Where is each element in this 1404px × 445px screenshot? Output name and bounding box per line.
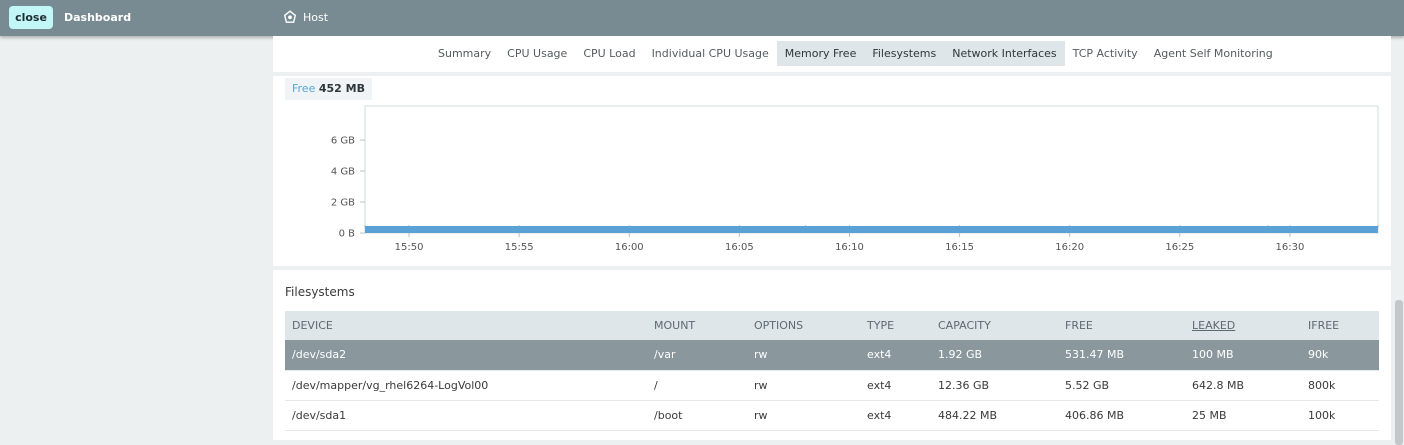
chart-svg: 0 B 2 GB 4 GB 6 GB 15:50 15:55 16:00 16:05 16:10… <box>331 105 1379 253</box>
tab-network-interfaces[interactable]: Network Interfaces <box>944 41 1065 66</box>
top-bar: close Dashboard Host <box>0 0 1404 36</box>
data-point <box>1377 225 1379 227</box>
y-tick-label: 6 GB <box>331 136 355 147</box>
cell-type: ext4 <box>860 340 931 371</box>
y-tick-label: 0 B <box>339 229 356 240</box>
data-point <box>804 225 807 227</box>
data-point <box>364 225 366 227</box>
x-tick-label: 15:55 <box>505 242 534 253</box>
table-row[interactable]: /dev/mapper/vg_rhel6264-LogVol00/rw ext4 1… <box>285 370 1379 401</box>
cell-type: ext4 <box>860 370 931 401</box>
cell-device: /dev/sda1 <box>285 400 647 431</box>
tab-bar: Summary CPU Usage CPU Load Individual CPU U… <box>430 41 1281 66</box>
cell-type: ext4 <box>860 400 931 431</box>
tab-individual-cpu-usage[interactable]: Individual CPU Usage <box>644 41 777 66</box>
column-header-capacity[interactable]: CAPACITY <box>931 311 1058 340</box>
data-point <box>518 225 520 227</box>
column-header-mount[interactable]: MOUNT <box>647 311 747 340</box>
data-point <box>848 225 851 227</box>
page-scrollbar[interactable] <box>1395 300 1403 445</box>
filesystems-title: Filesystems <box>285 285 355 299</box>
tabs-panel: Summary CPU Usage CPU Load Individual CPU U… <box>273 36 1391 72</box>
table-row[interactable]: /dev/sda2/var rw ext4 1.92 GB 531.47 MB 100 M… <box>285 340 1379 371</box>
close-button[interactable]: close <box>9 6 53 29</box>
cell-mount: /var <box>647 340 747 371</box>
x-tick-label: 16:10 <box>835 242 864 253</box>
cell-leaked: 642.8 MB <box>1185 370 1301 401</box>
data-point <box>1267 225 1269 227</box>
cell-free: 5.52 GB <box>1058 370 1185 401</box>
host-label: Host <box>303 10 329 24</box>
cell-free: 531.47 MB <box>1058 340 1185 371</box>
x-tick-label: 16:20 <box>1055 242 1084 253</box>
filesystems-panel: Filesystems DEVICE MOUNT OPTIONS TYPE CAPACI… <box>273 270 1391 440</box>
x-tick-label: 16:00 <box>615 242 644 253</box>
cell-capacity: 1.92 GB <box>931 340 1058 371</box>
plot-area <box>364 105 1379 234</box>
tab-summary[interactable]: Summary <box>430 41 499 66</box>
dashboard-link[interactable]: Dashboard <box>64 11 131 24</box>
column-header-free[interactable]: FREE <box>1058 311 1185 340</box>
column-header-leaked[interactable]: LEAKED <box>1185 311 1301 340</box>
cell-mount: /boot <box>647 400 747 431</box>
cell-ifree: 90k <box>1301 340 1379 371</box>
tab-cpu-usage[interactable]: CPU Usage <box>499 41 575 66</box>
table-row[interactable]: /dev/sda1/boot rw ext4 484.22 MB 406.86 MB 25… <box>285 400 1379 431</box>
column-header-type[interactable]: TYPE <box>860 311 931 340</box>
cell-ifree: 800k <box>1301 370 1379 401</box>
host-link[interactable]: Host <box>283 10 328 24</box>
series-free-area <box>365 226 1378 233</box>
y-tick-label: 2 GB <box>331 198 355 209</box>
table-header-row: DEVICE MOUNT OPTIONS TYPE CAPACITY FREE LEAKED… <box>285 311 1379 340</box>
cell-mount: / <box>647 370 747 401</box>
column-header-ifree[interactable]: IFREE <box>1301 311 1379 340</box>
tab-agent-self-monitoring[interactable]: Agent Self Monitoring <box>1146 41 1281 66</box>
cell-capacity: 484.22 MB <box>931 400 1058 431</box>
host-icon <box>283 10 297 23</box>
cell-options: rw <box>747 400 860 431</box>
data-point <box>738 225 740 227</box>
x-tick-label: 16:30 <box>1275 242 1304 253</box>
data-point <box>1179 225 1181 227</box>
tab-memory-free[interactable]: Memory Free <box>776 41 865 66</box>
tab-tcp-activity[interactable]: TCP Activity <box>1065 41 1146 66</box>
data-point <box>1069 225 1071 227</box>
data-point <box>628 225 630 227</box>
filesystems-table: DEVICE MOUNT OPTIONS TYPE CAPACITY FREE LEAKED… <box>285 311 1379 431</box>
data-point <box>408 225 410 227</box>
memory-free-chart: Free 452 MB 0 B2 GB 4 GB 6 GB 15:50 15:55 16:… <box>273 76 1391 266</box>
cell-free: 406.86 MB <box>1058 400 1185 431</box>
cell-ifree: 100k <box>1301 400 1379 431</box>
x-tick-label: 16:05 <box>725 242 754 253</box>
tab-cpu-load[interactable]: CPU Load <box>575 41 643 66</box>
cell-options: rw <box>747 370 860 401</box>
cell-device: /dev/mapper/vg_rhel6264-LogVol00 <box>285 370 647 401</box>
column-header-options[interactable]: OPTIONS <box>747 311 860 340</box>
data-point <box>1289 225 1291 227</box>
column-header-device[interactable]: DEVICE <box>285 311 647 340</box>
cell-device: /dev/sda2 <box>285 340 647 371</box>
data-point <box>958 225 961 227</box>
cell-leaked: 100 MB <box>1185 340 1301 371</box>
cell-options: rw <box>747 340 860 371</box>
cell-capacity: 12.36 GB <box>931 370 1058 401</box>
x-tick-label: 16:15 <box>945 242 974 253</box>
y-tick-label: 4 GB <box>331 167 355 178</box>
tab-filesystems[interactable]: Filesystems <box>864 41 945 66</box>
x-tick-label: 15:50 <box>395 242 424 253</box>
x-tick-label: 16:25 <box>1165 242 1194 253</box>
cell-leaked: 25 MB <box>1185 400 1301 431</box>
